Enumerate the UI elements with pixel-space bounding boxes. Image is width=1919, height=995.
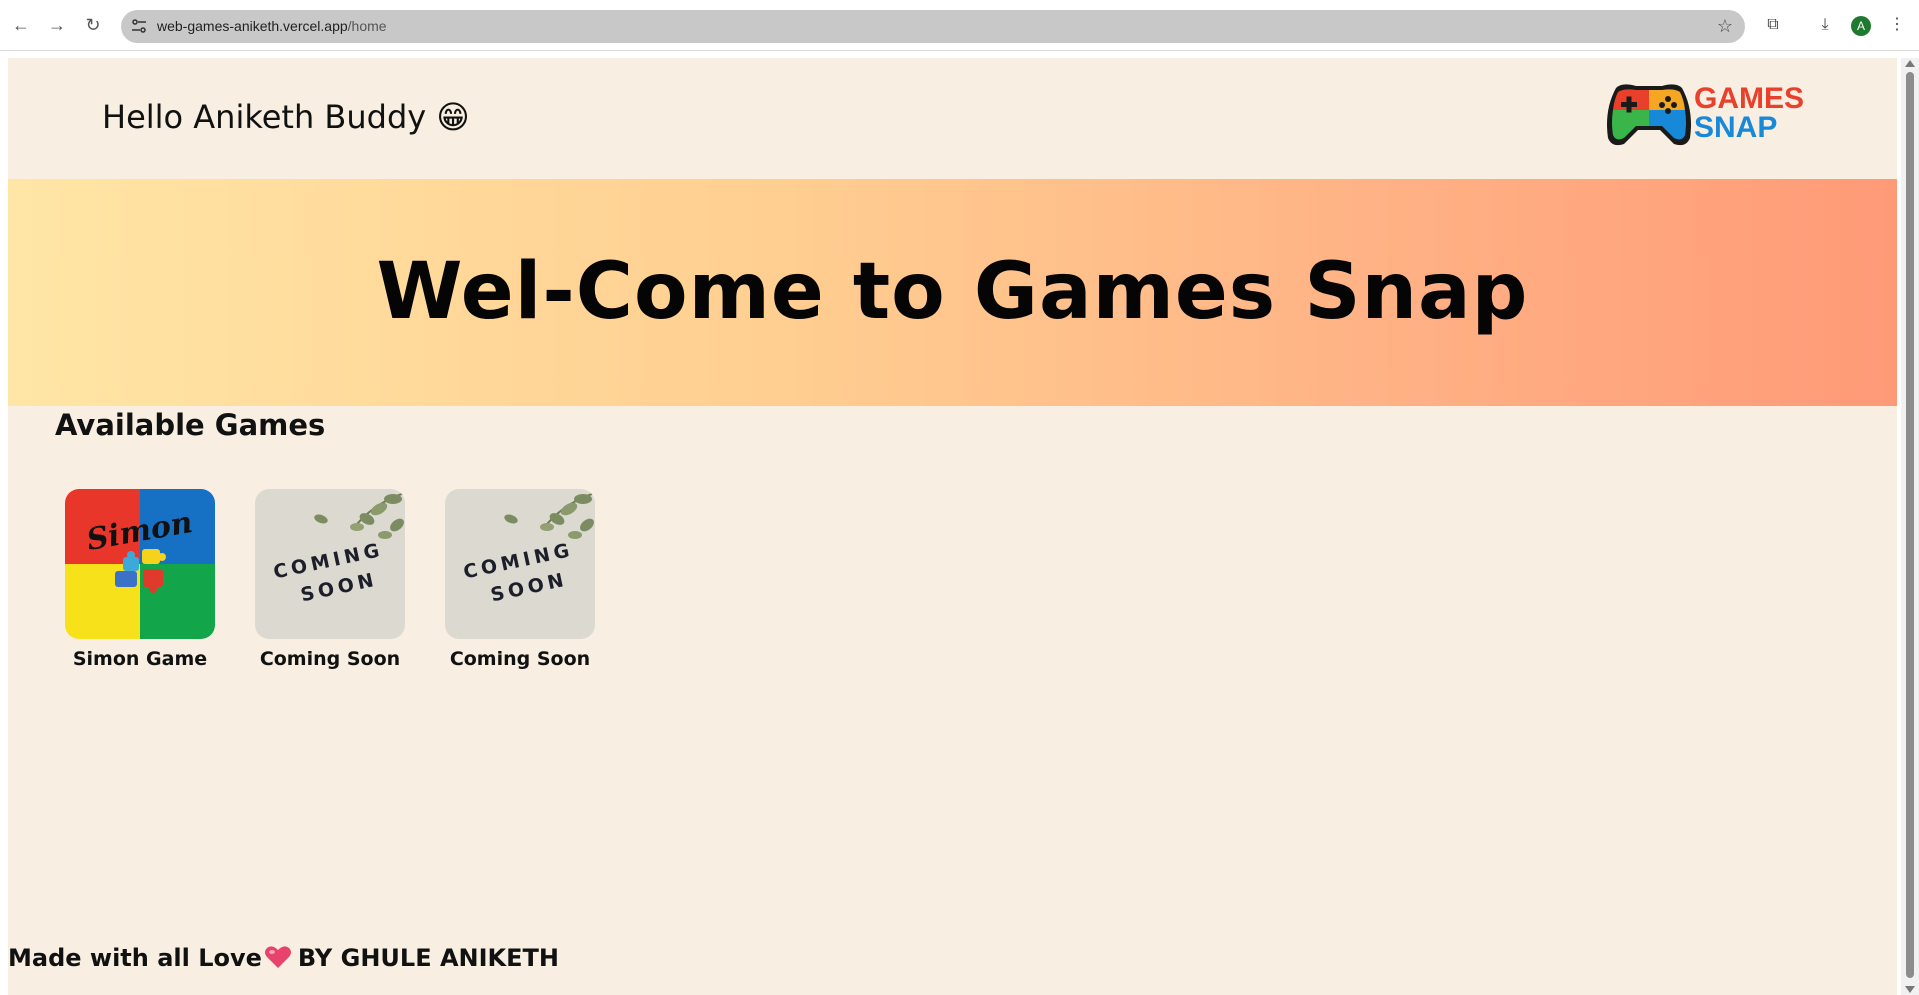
game-label-coming-soon-2[interactable]: Coming Soon — [425, 648, 615, 670]
game-card-simon[interactable]: Simon Simon Game — [65, 489, 215, 679]
extensions-icon[interactable]: ⧉ — [1762, 14, 1784, 36]
reload-icon[interactable]: ↻ — [82, 14, 104, 36]
menu-kebab-icon[interactable]: ⋮ — [1886, 14, 1908, 36]
profile-avatar[interactable]: A — [1851, 16, 1871, 36]
banner-title: Wel-Come to Games Snap — [376, 247, 1529, 337]
scroll-up-arrow-icon[interactable] — [1905, 60, 1915, 67]
footer-text-love: Made with all Love — [8, 944, 262, 972]
greeting-text: Hello Aniketh Buddy 😁 — [102, 98, 470, 136]
simon-game-thumbnail[interactable]: Simon — [65, 489, 215, 639]
heart-icon — [264, 946, 291, 968]
game-card-coming-soon-2[interactable]: COMING SOON Coming Soon — [445, 489, 595, 679]
forward-icon[interactable]: → — [46, 14, 68, 36]
coming-soon-thumbnail[interactable]: COMING SOON — [445, 489, 595, 639]
scroll-down-arrow-icon[interactable] — [1905, 986, 1915, 993]
address-bar[interactable]: web-games-aniketh.vercel.app/home ☆ — [121, 10, 1745, 43]
hero-banner: Wel-Come to Games Snap — [8, 179, 1897, 406]
page-header: Hello Aniketh Buddy 😁 GAMES SNAP — [8, 58, 1897, 179]
downloads-icon[interactable]: ⤓ — [1814, 14, 1836, 36]
logo-text-snap: SNAP — [1694, 111, 1778, 144]
browser-toolbar: ← → ↻ web-games-aniketh.vercel.app/home … — [0, 0, 1919, 51]
bookmark-star-icon[interactable]: ☆ — [1717, 16, 1733, 37]
footer-text-author: BY GHULE ANIKETH — [297, 944, 559, 972]
game-label-coming-soon-1[interactable]: Coming Soon — [235, 648, 425, 670]
url-text: web-games-aniketh.vercel.app/home — [157, 18, 387, 34]
games-snap-logo[interactable]: GAMES SNAP — [1602, 80, 1804, 150]
gamepad-icon — [1607, 84, 1691, 146]
back-icon[interactable]: ← — [10, 14, 32, 36]
game-label-simon[interactable]: Simon Game — [45, 648, 235, 670]
coming-soon-thumbnail[interactable]: COMING SOON — [255, 489, 405, 639]
scrollbar-thumb[interactable] — [1906, 72, 1914, 978]
logo-text-games: GAMES — [1694, 82, 1805, 115]
site-info-icon[interactable] — [131, 18, 147, 34]
game-card-coming-soon-1[interactable]: COMING SOON Coming Soon — [255, 489, 405, 679]
page-viewport: Hello Aniketh Buddy 😁 GAMES SNAP Wel-Com… — [8, 58, 1897, 995]
page-footer: Made with all Love BY GHULE ANIKETH — [8, 944, 559, 972]
vertical-scrollbar[interactable] — [1901, 58, 1919, 995]
available-games-heading: Available Games — [55, 408, 326, 442]
